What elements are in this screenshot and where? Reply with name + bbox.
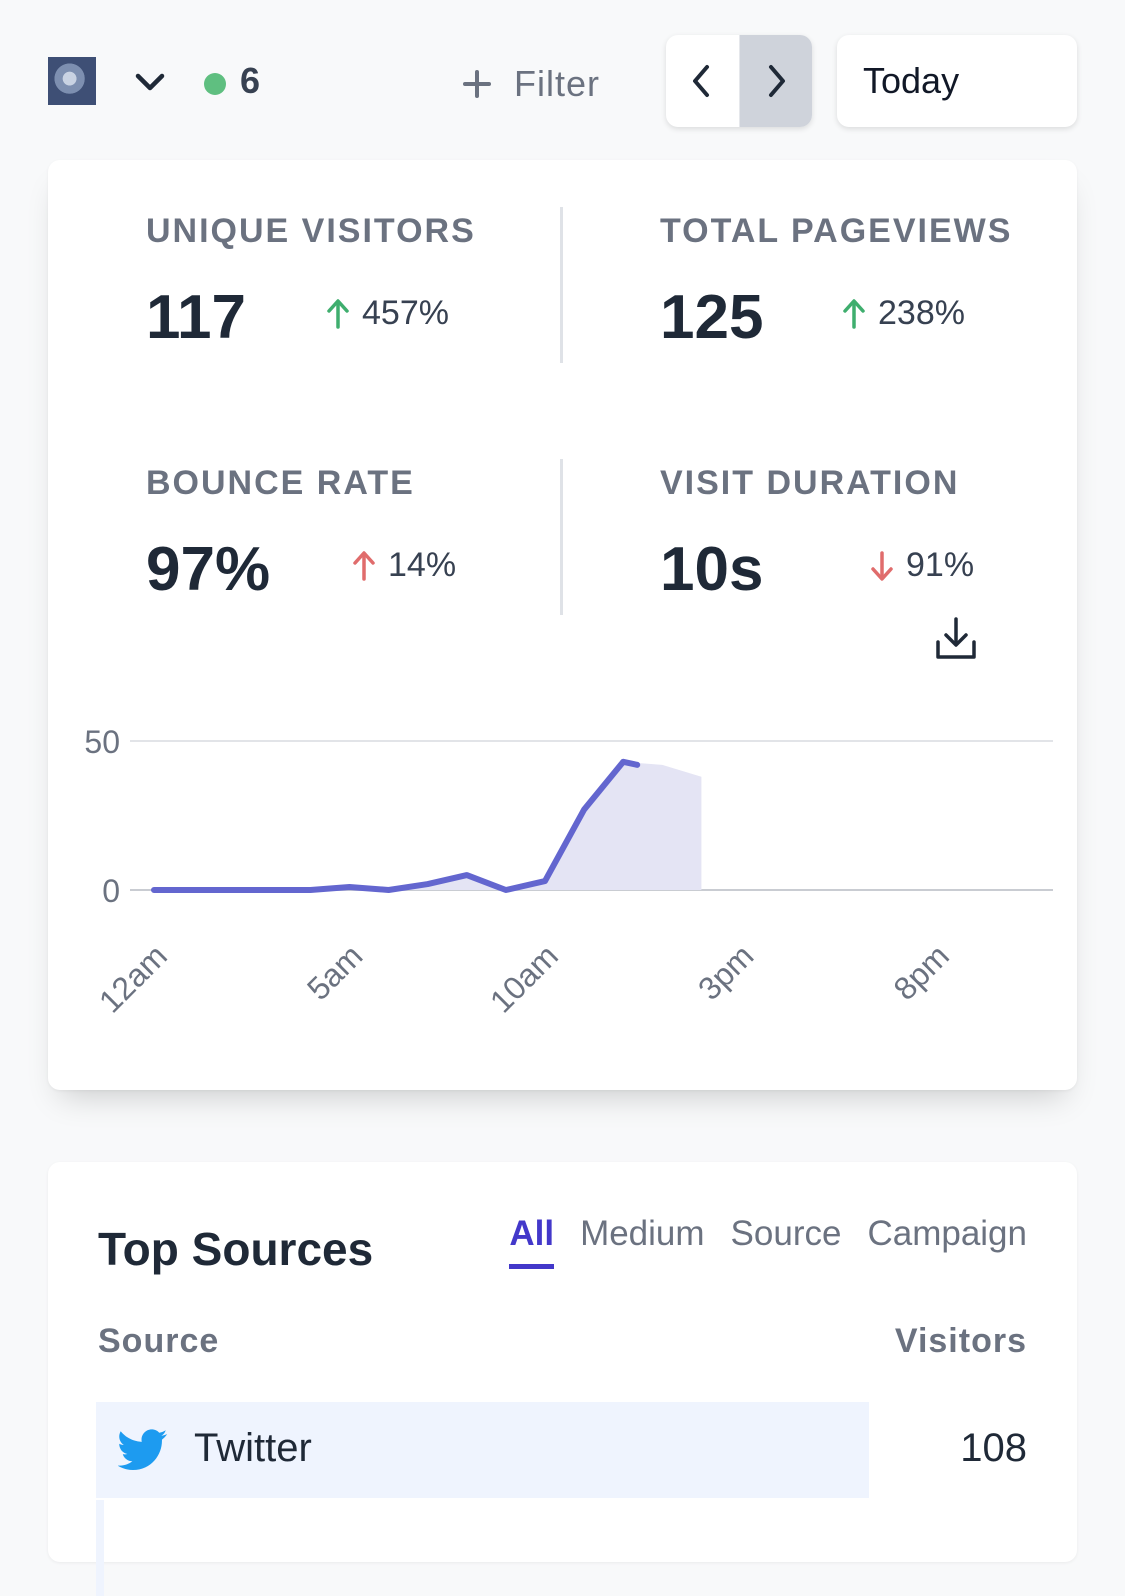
download-icon[interactable] (934, 616, 978, 662)
stat-label: BOUNCE RATE (146, 464, 415, 502)
filter-label: Filter (514, 63, 600, 104)
arrow-down-icon (871, 550, 893, 581)
x-tick-label: 8pm (886, 937, 955, 1006)
site-favicon[interactable] (48, 57, 96, 105)
site-switcher-chevron-down-icon[interactable] (130, 62, 170, 102)
top-sources-card: Top Sources All Medium Source Campaign S… (48, 1162, 1077, 1596)
chevron-right-icon (768, 65, 785, 97)
current-visitors-count[interactable]: 6 (240, 60, 260, 102)
stat-label: UNIQUE VISITORS (146, 212, 476, 250)
chevron-left-icon (693, 65, 710, 97)
list-item[interactable] (96, 1500, 1027, 1596)
arrow-up-icon (353, 550, 375, 581)
x-tick-label: 5am (300, 937, 369, 1006)
source-tabs: All Medium Source Campaign (509, 1214, 1027, 1269)
stat-change-value: 457% (362, 294, 449, 332)
x-tick-label: 10am (483, 937, 565, 1019)
y-tick-label: 0 (102, 873, 120, 909)
next-period-button[interactable] (739, 35, 812, 127)
source-share-bar (96, 1500, 104, 1596)
stat-change-value: 91% (906, 546, 975, 584)
list-item[interactable]: Twitter 108 (96, 1402, 1027, 1498)
stats-card: UNIQUE VISITORS 117 457% TOTAL PAGEVIEWS… (48, 160, 1077, 1090)
tab-medium[interactable]: Medium (580, 1214, 704, 1269)
series-area (154, 761, 702, 890)
stat-change: 238% (842, 294, 965, 333)
live-indicator-dot (204, 73, 226, 95)
column-header-source: Source (98, 1322, 220, 1360)
stat-label: TOTAL PAGEVIEWS (660, 212, 1013, 250)
period-nav (666, 35, 812, 127)
previous-period-button[interactable] (666, 35, 740, 127)
filter-button[interactable]: Filter (462, 56, 600, 112)
source-visitors: 108 (960, 1426, 1027, 1470)
stat-change: 14% (352, 546, 456, 585)
y-tick-label: 50 (84, 724, 120, 760)
source-name: Twitter (194, 1426, 312, 1470)
stat-total-pageviews[interactable]: TOTAL PAGEVIEWS 125 238% (660, 212, 1013, 352)
stat-bounce-rate[interactable]: BOUNCE RATE 97% 14% (146, 464, 456, 604)
stat-change: 91% (870, 546, 974, 585)
twitter-icon (118, 1429, 168, 1470)
stat-change-value: 14% (388, 546, 457, 584)
stat-change-value: 238% (878, 294, 965, 332)
stat-value: 10s (660, 535, 764, 604)
x-tick-label: 12am (92, 937, 174, 1019)
stat-value: 97% (146, 535, 271, 604)
period-picker-button[interactable]: Today (837, 35, 1077, 127)
x-tick-label: 3pm (691, 937, 760, 1006)
column-header-visitors: Visitors (894, 1322, 1027, 1360)
divider (560, 459, 563, 615)
tab-campaign[interactable]: Campaign (867, 1214, 1027, 1269)
top-bar: 6 Filter Today (0, 0, 1125, 150)
stat-unique-visitors[interactable]: UNIQUE VISITORS 117 457% (146, 212, 476, 352)
visitors-chart[interactable]: 0 50 12am 5am 10am 3pm 8pm (48, 720, 1077, 1090)
plus-icon (463, 70, 491, 98)
tab-all[interactable]: All (509, 1214, 555, 1269)
stat-change: 457% (326, 294, 449, 333)
series-line-dashed (620, 758, 641, 768)
tab-source[interactable]: Source (731, 1214, 842, 1269)
series-line (151, 758, 627, 893)
top-sources-title: Top Sources (98, 1223, 374, 1275)
stat-label: VISIT DURATION (660, 464, 960, 502)
arrow-up-icon (327, 298, 349, 329)
stat-visit-duration[interactable]: VISIT DURATION 10s 91% (660, 464, 974, 604)
stat-value: 125 (660, 283, 764, 352)
stat-value: 117 (146, 283, 247, 352)
divider (560, 207, 563, 363)
arrow-up-icon (843, 298, 865, 329)
